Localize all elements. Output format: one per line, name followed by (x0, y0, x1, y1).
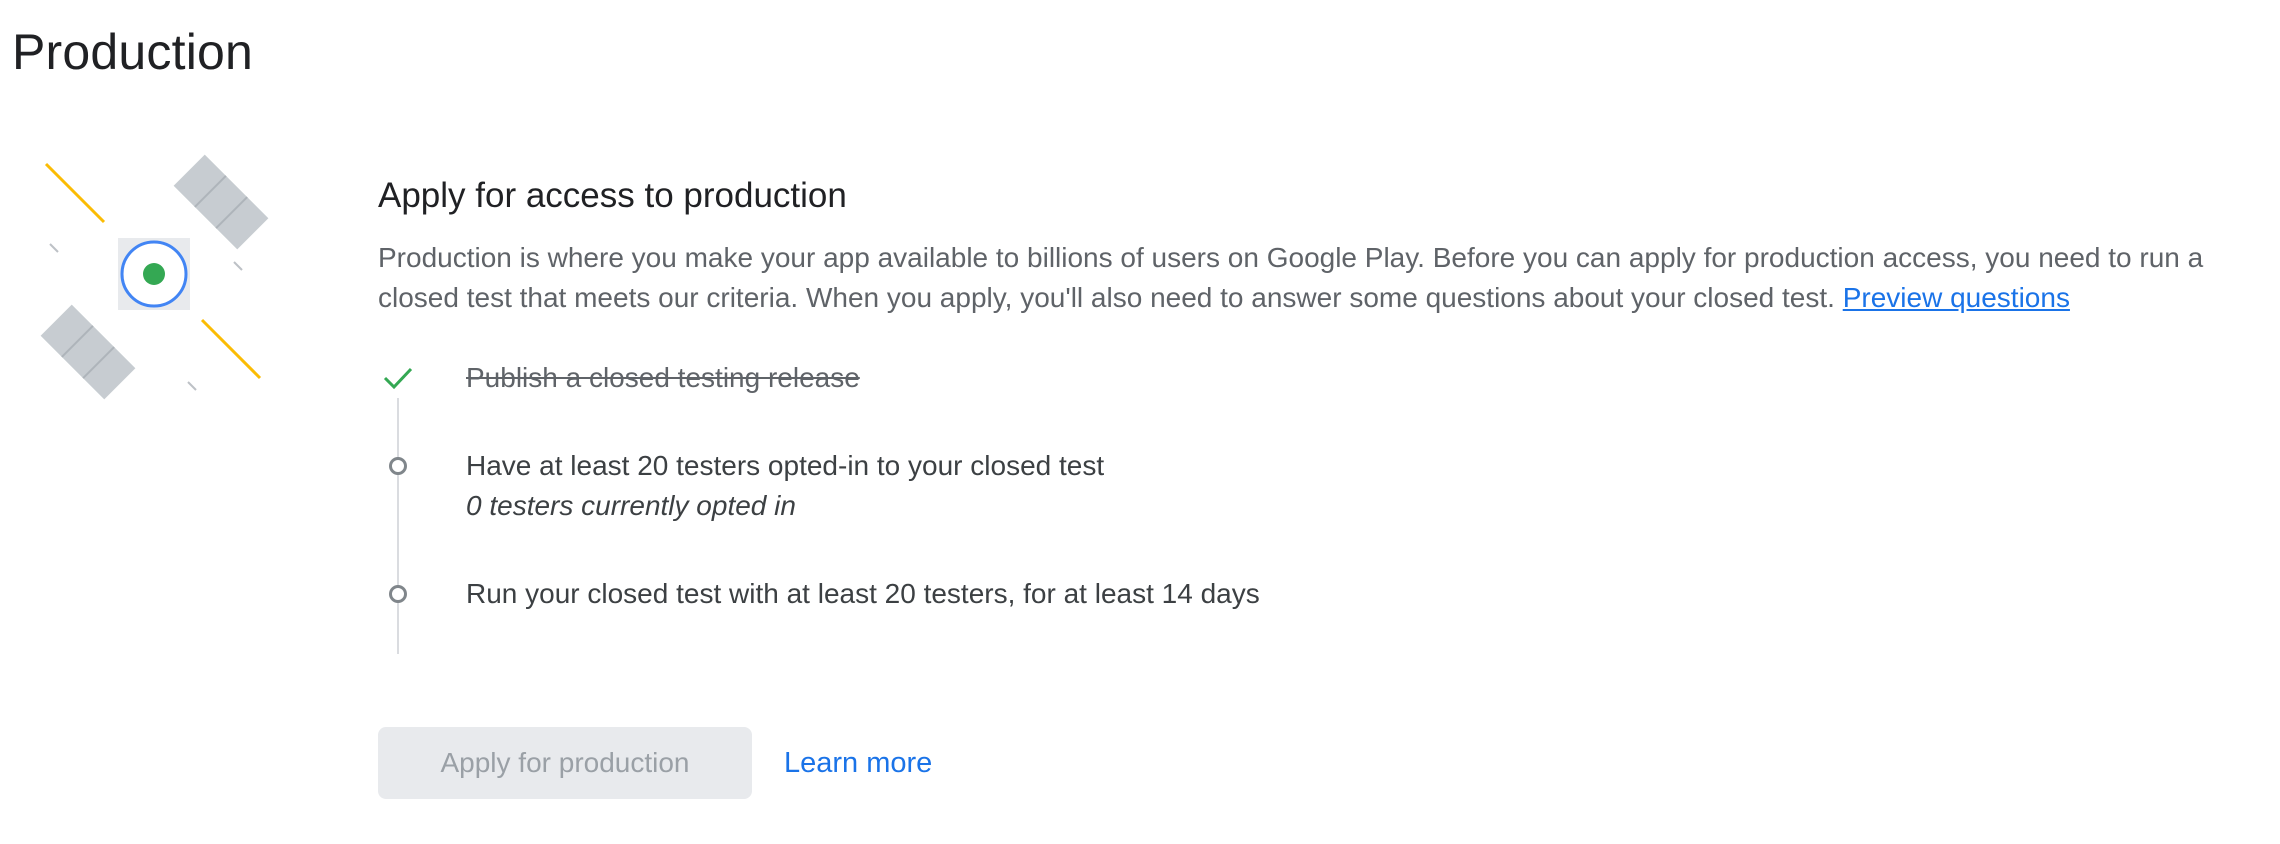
section-title: Apply for access to production (378, 176, 847, 215)
production-access-panel: Apply for access to production Productio… (378, 170, 2238, 654)
section-description: Production is where you make your app av… (378, 238, 2238, 318)
checklist-item-label: Have at least 20 testers opted-in to you… (466, 450, 1105, 481)
checklist-connector (397, 398, 399, 654)
checklist-item-label: Publish a closed testing release (466, 362, 860, 393)
satellite-illustration (40, 154, 269, 400)
checklist-item-label: Run your closed test with at least 20 te… (466, 578, 1260, 609)
checklist-item-subtext: 0 testers currently opted in (466, 490, 796, 521)
check-icon (378, 358, 418, 398)
requirements-checklist: Publish a closed testing release Have at… (378, 358, 2238, 654)
apply-for-production-button[interactable]: Apply for production (378, 727, 752, 799)
page-title: Production (12, 24, 254, 80)
circle-icon (378, 574, 418, 614)
learn-more-link[interactable]: Learn more (784, 747, 932, 780)
action-bar: Apply for production Learn more (378, 727, 932, 799)
checklist-item-duration: Run your closed test with at least 20 te… (378, 574, 2238, 614)
circle-icon (378, 446, 418, 486)
checklist-item-publish: Publish a closed testing release (378, 358, 2238, 398)
preview-questions-link[interactable]: Preview questions (1843, 282, 2070, 313)
checklist-item-testers: Have at least 20 testers opted-in to you… (378, 446, 2238, 526)
